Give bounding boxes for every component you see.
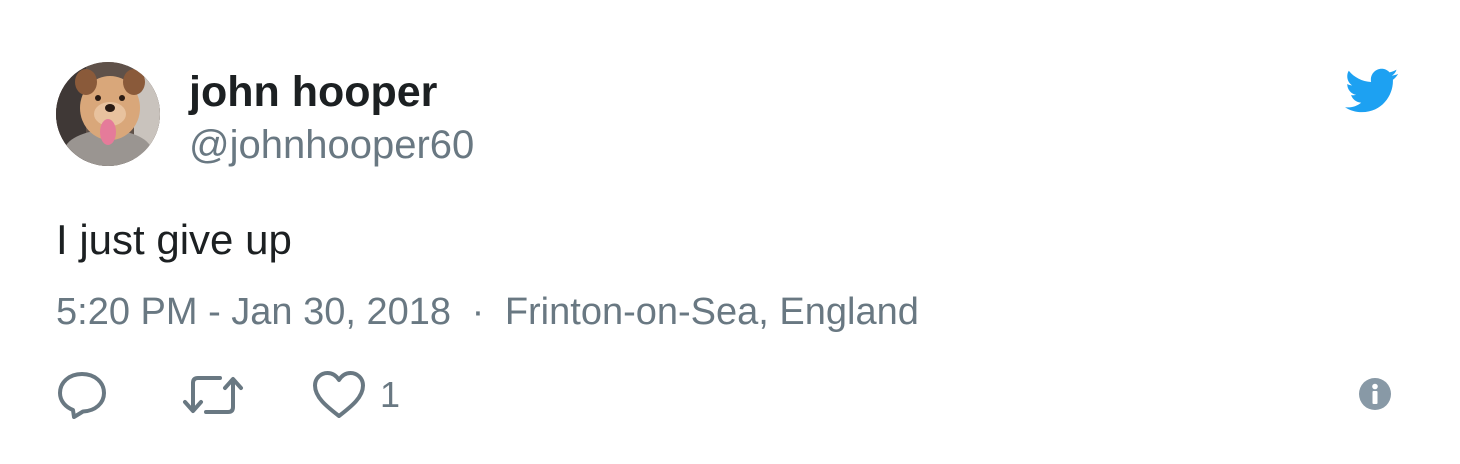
meta-separator: · bbox=[471, 291, 485, 333]
avatar-image bbox=[56, 62, 160, 166]
heart-icon bbox=[313, 371, 365, 418]
reply-icon bbox=[58, 372, 106, 419]
tweet-timestamp[interactable]: 5:20 PM - Jan 30, 2018 bbox=[56, 291, 451, 333]
tweet-card: john hooper @johnhooper60 I just give up… bbox=[0, 0, 1460, 464]
tweet-location[interactable]: Frinton-on-Sea, England bbox=[505, 291, 919, 333]
like-count: 1 bbox=[380, 374, 401, 415]
twitter-bird-icon[interactable] bbox=[1345, 68, 1399, 114]
author-handle[interactable]: @johnhooper60 bbox=[189, 120, 474, 170]
tweet-text: I just give up bbox=[56, 216, 292, 263]
like-button[interactable]: 1 bbox=[312, 366, 422, 424]
retweet-button[interactable] bbox=[182, 366, 244, 424]
info-icon[interactable] bbox=[1357, 376, 1393, 412]
retweet-icon bbox=[183, 376, 243, 414]
reply-button[interactable] bbox=[56, 366, 116, 424]
author-name[interactable]: john hooper bbox=[189, 66, 437, 118]
avatar[interactable] bbox=[56, 62, 160, 166]
tweet-meta: 5:20 PM - Jan 30, 2018 · Frinton-on-Sea,… bbox=[56, 288, 919, 336]
